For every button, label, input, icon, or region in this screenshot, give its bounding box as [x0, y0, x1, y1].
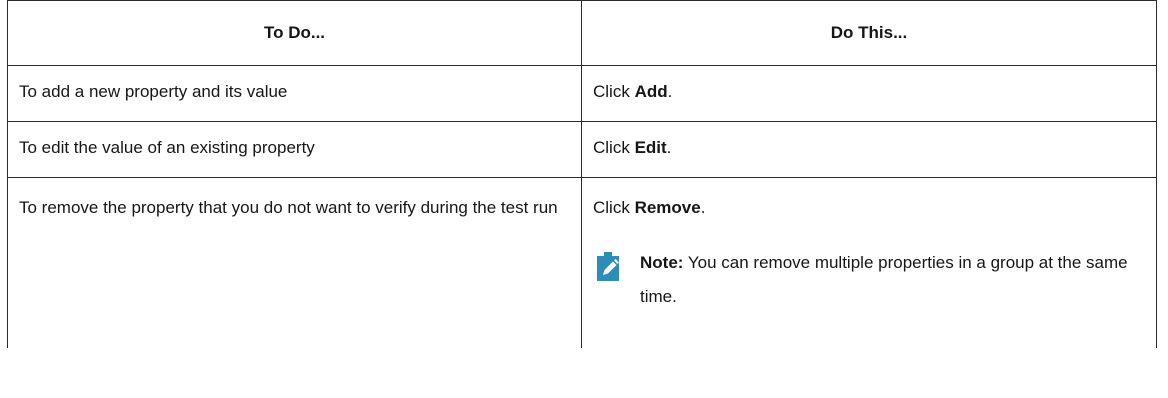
action-text: Click Edit.	[582, 122, 1156, 164]
todo-cell: To edit the value of an existing propert…	[7, 121, 582, 178]
todo-text: To remove the property that you do not w…	[19, 198, 558, 217]
table-row: To remove the property that you do not w…	[7, 177, 1157, 348]
action-prefix: Click	[593, 82, 635, 101]
table-row: To add a new property and its value Clic…	[7, 65, 1157, 122]
action-line: Click Remove.	[593, 192, 1146, 224]
table-header-row: To Do... Do This...	[7, 0, 1157, 66]
header-to-do: To Do...	[7, 0, 582, 66]
table-row: To edit the value of an existing propert…	[7, 121, 1157, 178]
note-pencil-icon	[594, 250, 622, 283]
todo-text: To edit the value of an existing propert…	[19, 138, 315, 157]
action-edit-label: Edit	[634, 138, 667, 157]
action-prefix: Click	[593, 138, 635, 157]
todo-cell: To remove the property that you do not w…	[7, 177, 582, 348]
action-cell: Click Remove. Note: You can remove multi…	[581, 177, 1157, 348]
action-cell: Click Add.	[581, 65, 1157, 122]
properties-table: To Do... Do This... To add a new propert…	[7, 0, 1157, 348]
action-add-label: Add	[634, 82, 668, 101]
action-cell: Click Edit.	[581, 121, 1157, 178]
action-remove-label: Remove	[634, 198, 701, 217]
note-block: Note: You can remove multiple properties…	[594, 242, 1146, 314]
todo-cell: To add a new property and its value	[7, 65, 582, 122]
todo-text: To add a new property and its value	[19, 82, 288, 101]
header-do-this: Do This...	[581, 0, 1157, 66]
action-suffix: .	[700, 198, 706, 217]
action-suffix: .	[667, 82, 673, 101]
note-label: Note:	[640, 253, 684, 272]
note-body: You can remove multiple properties in a …	[640, 253, 1128, 306]
action-prefix: Click	[593, 198, 635, 217]
action-suffix: .	[666, 138, 672, 157]
note-text: Note: You can remove multiple properties…	[640, 242, 1146, 314]
action-text: Click Add.	[582, 66, 1156, 108]
action-text: Click Remove. Note: You can remove multi…	[582, 178, 1156, 314]
